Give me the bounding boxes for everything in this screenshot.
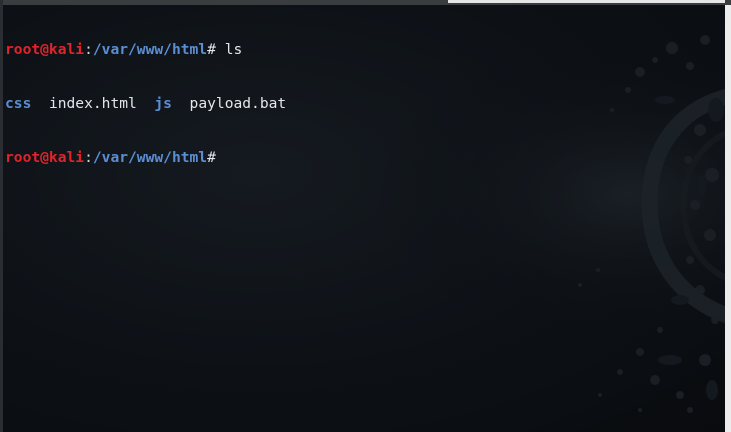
ls-entry-file: payload.bat — [189, 95, 287, 112]
ls-entry-directory: js — [154, 95, 172, 112]
ls-entry-file: index.html — [48, 95, 137, 112]
command-text: ls — [215, 41, 243, 58]
terminal-window[interactable]: root@kali:/var/www/html# ls css index.ht… — [0, 0, 731, 432]
prompt-symbol: # — [207, 41, 216, 58]
prompt-path: /var/www/html — [92, 149, 208, 166]
prompt-separator: : — [84, 41, 93, 58]
prompt-line[interactable]: root@kali:/var/www/html# — [5, 149, 720, 167]
prompt-line: root@kali:/var/www/html# ls — [5, 41, 720, 59]
ls-output-line: css index.html js payload.bat — [5, 95, 720, 113]
prompt-symbol: # — [207, 149, 216, 166]
prompt-separator: : — [84, 149, 93, 166]
terminal-output[interactable]: root@kali:/var/www/html# ls css index.ht… — [5, 5, 720, 203]
prompt-user-host: root@kali — [5, 41, 85, 58]
window-top-highlight — [448, 0, 725, 3]
terminal-scrollbar[interactable] — [725, 5, 731, 432]
ls-entry-directory: css — [5, 95, 32, 112]
prompt-user-host: root@kali — [5, 149, 85, 166]
window-left-edge — [0, 0, 3, 432]
prompt-path: /var/www/html — [92, 41, 208, 58]
